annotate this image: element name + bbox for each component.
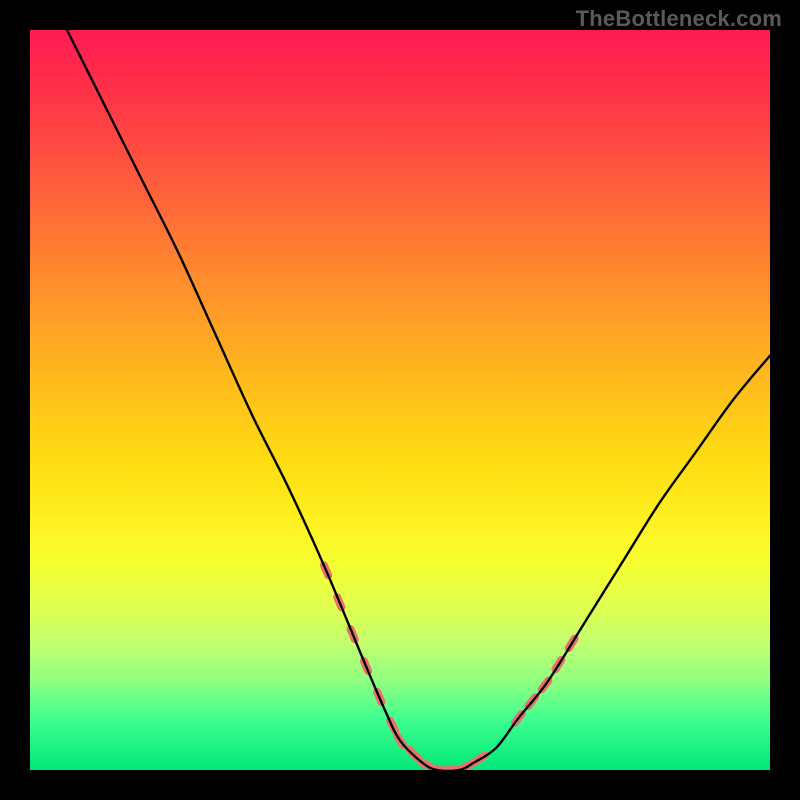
highlight-markers	[324, 565, 575, 770]
plot-area	[30, 30, 770, 770]
bottleneck-curve-path	[67, 30, 770, 770]
bottleneck-curve-svg	[30, 30, 770, 770]
attribution-watermark: TheBottleneck.com	[576, 6, 782, 32]
chart-frame: TheBottleneck.com	[0, 0, 800, 800]
